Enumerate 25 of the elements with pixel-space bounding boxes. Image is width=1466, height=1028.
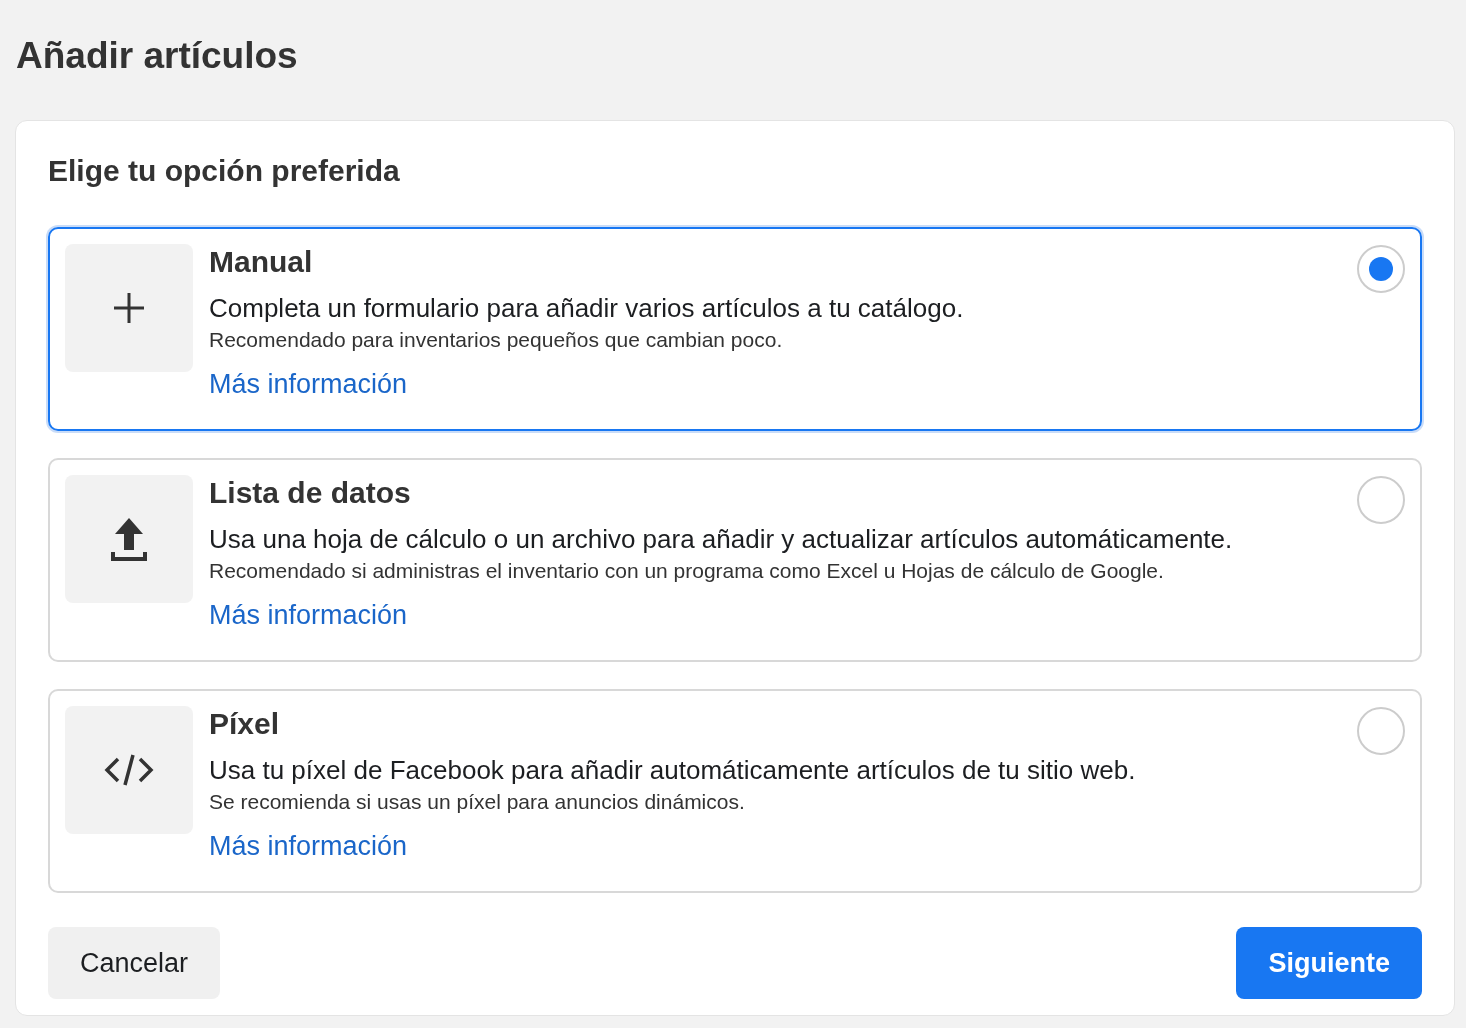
option-note: Recomendado si administras el inventario con un programa como Excel u Hojas de cálculo de Google. <box>209 558 1165 585</box>
upload-icon <box>110 516 148 563</box>
cancel-button[interactable]: Cancelar <box>48 927 221 1000</box>
radio-button[interactable] <box>1357 245 1405 294</box>
code-icon <box>104 753 154 788</box>
option-description: Completa un formulario para añadir varios artículos a tu catálogo. <box>209 292 965 326</box>
more-info-link[interactable]: Más información <box>209 366 408 403</box>
option-title: Lista de datos <box>209 475 412 512</box>
plus-icon <box>112 291 146 326</box>
option-title: Manual <box>209 244 314 281</box>
option-card[interactable] <box>48 458 1422 663</box>
option-description: Usa tu píxel de Facebook para añadir automáticamente artículos de tu sitio web. <box>209 754 1137 788</box>
option-title: Píxel <box>209 706 281 743</box>
page-title: Añadir artículos <box>16 34 299 78</box>
section-heading: Elige tu opción preferida <box>48 153 401 190</box>
radio-button[interactable] <box>1357 476 1405 525</box>
more-info-link[interactable]: Más información <box>209 597 408 634</box>
option-note: Se recomienda si usas un píxel para anuncios dinámicos. <box>209 789 746 816</box>
option-card[interactable]: Píxel Usa tu píxel de Facebook para añadir automáticamente artículos de tu sitio web. Se recomienda si usas un píxel para anuncios dinámicos. Más información <box>48 689 1422 894</box>
option-note: Recomendado para inventarios pequeños que cambian poco. <box>209 327 784 354</box>
radio-button[interactable] <box>1357 707 1405 756</box>
option-card[interactable]: Manual Completa un formulario para añadir varios artículos a tu catálogo. Recomendado para inventarios pequeños que cambian poco. Más información <box>48 227 1422 432</box>
more-info-link[interactable]: Más información <box>209 828 408 865</box>
option-description: Usa una hoja de cálculo o un archivo para añadir y actualizar artículos automáticamente. <box>209 523 1234 557</box>
next-button[interactable]: Siguiente <box>1236 927 1422 1000</box>
